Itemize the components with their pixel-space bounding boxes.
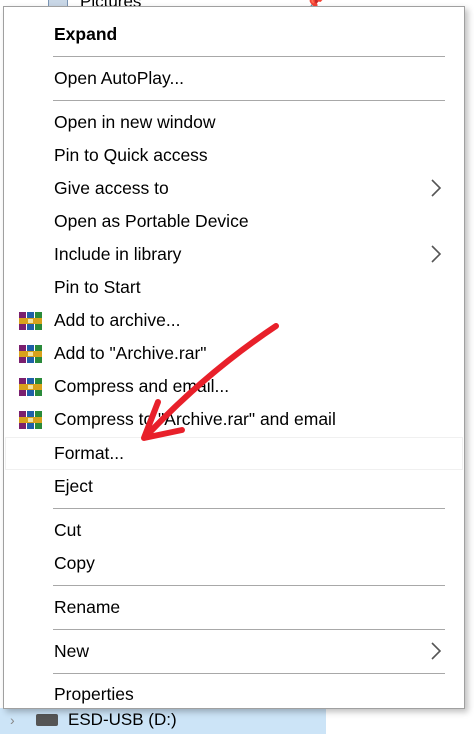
menu-item-label: Give access to (54, 178, 169, 198)
menu-item-include-in-library[interactable]: Include in library (5, 238, 463, 271)
drive-row[interactable]: › ESD-USB (D:) (0, 708, 326, 734)
menu-item-label: Open in new window (54, 112, 216, 132)
menu-separator (53, 585, 445, 586)
winrar-icon (18, 343, 44, 365)
winrar-icon (18, 409, 44, 431)
menu-item-label: Add to "Archive.rar" (54, 343, 207, 363)
winrar-icon (18, 376, 44, 398)
menu-item-label: Copy (54, 553, 95, 573)
menu-item-give-access-to[interactable]: Give access to (5, 172, 463, 205)
menu-item-label: Properties (54, 684, 134, 704)
menu-separator (53, 100, 445, 101)
menu-item-label: Expand (54, 24, 118, 44)
menu-item-label: Eject (54, 476, 93, 496)
menu-item-label: Compress to "Archive.rar" and email (54, 409, 336, 429)
context-menu: Expand Open AutoPlay... Open in new wind… (3, 6, 465, 709)
menu-item-rename[interactable]: Rename (5, 591, 463, 624)
winrar-icon (18, 310, 44, 332)
menu-item-open-as-portable-device[interactable]: Open as Portable Device (5, 205, 463, 238)
menu-item-label: Cut (54, 520, 82, 540)
menu-item-label: Pin to Start (54, 277, 141, 297)
menu-item-label: Add to archive... (54, 310, 181, 330)
menu-item-compress-and-email[interactable]: Compress and email... (5, 370, 463, 403)
drive-label: ESD-USB (D:) (68, 710, 177, 729)
menu-item-label: Format... (54, 443, 125, 463)
menu-item-add-to-archive[interactable]: Add to archive... (5, 304, 463, 337)
menu-item-label: Open AutoPlay... (54, 68, 185, 88)
menu-item-label: Compress and email... (54, 376, 230, 396)
menu-item-add-to-archive-rar[interactable]: Add to "Archive.rar" (5, 337, 463, 370)
menu-item-open-in-new-window[interactable]: Open in new window (5, 106, 463, 139)
menu-item-pin-to-quick-access[interactable]: Pin to Quick access (5, 139, 463, 172)
menu-separator (53, 56, 445, 57)
chevron-right-icon (429, 245, 443, 263)
menu-separator (53, 629, 445, 630)
menu-item-label: Open as Portable Device (54, 211, 249, 231)
menu-item-pin-to-start[interactable]: Pin to Start (5, 271, 463, 304)
menu-item-open-autoplay[interactable]: Open AutoPlay... (5, 62, 463, 95)
chevron-right-icon (429, 179, 443, 197)
menu-item-label: Include in library (54, 244, 182, 264)
explorer-background-bottom: › ESD-USB (D:) (0, 708, 474, 740)
menu-item-expand[interactable]: Expand (5, 18, 463, 51)
menu-item-copy[interactable]: Copy (5, 547, 463, 580)
menu-item-eject[interactable]: Eject (5, 470, 463, 503)
menu-item-label: New (54, 641, 90, 661)
usb-drive-icon (36, 714, 58, 726)
menu-separator (53, 673, 445, 674)
menu-item-label: Rename (54, 597, 121, 617)
chevron-right-icon (429, 642, 443, 660)
menu-item-compress-to-archive-and-email[interactable]: Compress to "Archive.rar" and email (5, 403, 463, 436)
menu-item-properties[interactable]: Properties (5, 678, 463, 711)
menu-item-cut[interactable]: Cut (5, 514, 463, 547)
expand-arrow-icon[interactable]: › (10, 712, 15, 728)
menu-separator (53, 508, 445, 509)
menu-item-format[interactable]: Format... (5, 437, 463, 470)
menu-item-new[interactable]: New (5, 635, 463, 668)
menu-item-label: Pin to Quick access (54, 145, 208, 165)
